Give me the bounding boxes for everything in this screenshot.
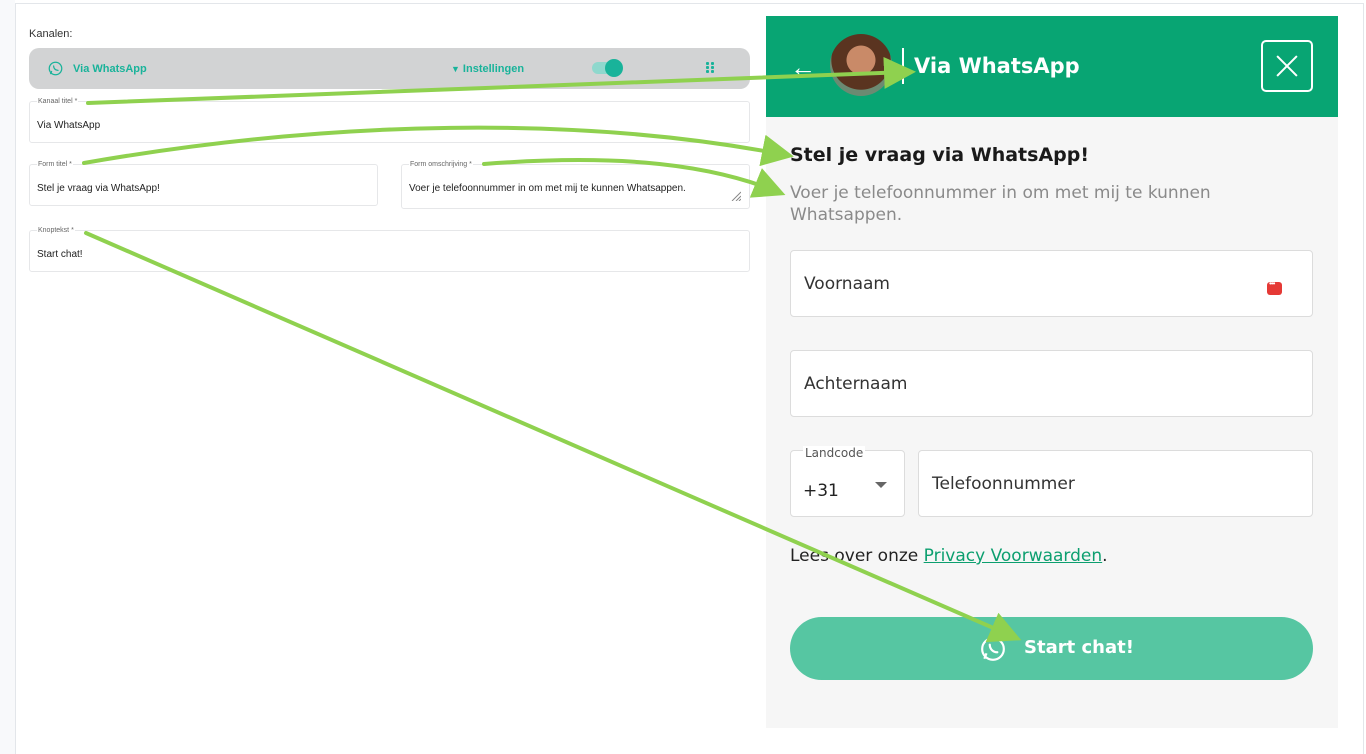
kanaal-titel-label: Kanaal titel * bbox=[37, 98, 79, 105]
phone-input[interactable]: Telefoonnummer bbox=[918, 450, 1313, 517]
channel-row-whatsapp[interactable]: Via WhatsApp ▼ Instellingen bbox=[29, 48, 750, 89]
close-icon[interactable] bbox=[1261, 40, 1313, 92]
header-divider bbox=[902, 48, 904, 84]
widget-preview: ← Via WhatsApp Stel je vraag via WhatsAp… bbox=[766, 16, 1338, 728]
form-omschrijving-value: Voer je telefoonnummer in om met mij te … bbox=[409, 183, 686, 194]
caret-down-icon bbox=[875, 482, 887, 488]
channel-settings-toggle[interactable]: ▼ Instellingen bbox=[451, 63, 524, 75]
last-name-input[interactable]: Achternaam bbox=[790, 350, 1313, 417]
widget-form-title: Stel je vraag via WhatsApp! bbox=[790, 144, 1090, 166]
drag-handle-icon[interactable] bbox=[706, 62, 714, 74]
privacy-text: Lees over onze Privacy Voorwaarden. bbox=[790, 546, 1108, 566]
form-titel-field[interactable]: Form titel * Stel je vraag via WhatsApp! bbox=[29, 161, 378, 206]
knoptekst-field[interactable]: Knoptekst * Start chat! bbox=[29, 227, 750, 272]
channel-name: Via WhatsApp bbox=[73, 63, 147, 75]
avatar bbox=[830, 34, 892, 96]
phone-placeholder: Telefoonnummer bbox=[932, 474, 1075, 494]
channels-section-label: Kanalen: bbox=[29, 28, 73, 40]
privacy-suffix: . bbox=[1102, 546, 1108, 566]
whatsapp-icon bbox=[48, 61, 63, 76]
privacy-prefix: Lees over onze bbox=[790, 546, 924, 566]
whatsapp-icon bbox=[981, 637, 1005, 661]
first-name-placeholder: Voornaam bbox=[804, 274, 890, 294]
country-code-select[interactable]: Landcode +31 bbox=[790, 446, 905, 517]
kanaal-titel-value: Via WhatsApp bbox=[37, 120, 101, 131]
privacy-link[interactable]: Privacy Voorwaarden bbox=[924, 546, 1103, 566]
channel-enabled-toggle[interactable] bbox=[592, 59, 623, 77]
password-manager-icon[interactable] bbox=[1267, 279, 1282, 295]
form-omschrijving-label: Form omschrijving * bbox=[409, 161, 473, 168]
form-omschrijving-field[interactable]: Form omschrijving * Voer je telefoonnumm… bbox=[401, 161, 750, 209]
knoptekst-value: Start chat! bbox=[37, 249, 83, 260]
page-background bbox=[0, 0, 15, 754]
kanaal-titel-field[interactable]: Kanaal titel * Via WhatsApp bbox=[29, 98, 750, 143]
widget-header: ← Via WhatsApp bbox=[766, 16, 1338, 117]
widget-form-description: Voer je telefoonnummer in om met mij te … bbox=[790, 183, 1211, 225]
start-chat-button[interactable]: Start chat! bbox=[790, 617, 1313, 680]
form-titel-label: Form titel * bbox=[37, 161, 73, 168]
first-name-input[interactable]: Voornaam bbox=[790, 250, 1313, 317]
country-code-value: +31 bbox=[803, 481, 839, 501]
form-titel-value: Stel je vraag via WhatsApp! bbox=[37, 183, 160, 194]
channel-settings-label: Instellingen bbox=[462, 63, 525, 75]
knoptekst-label: Knoptekst * bbox=[37, 227, 75, 234]
resize-handle-icon[interactable] bbox=[731, 191, 741, 201]
widget-header-title: Via WhatsApp bbox=[914, 54, 1080, 78]
start-chat-label: Start chat! bbox=[1024, 637, 1134, 658]
arrow-left-icon[interactable]: ← bbox=[790, 54, 816, 80]
caret-down-icon: ▼ bbox=[451, 64, 460, 74]
toggle-knob bbox=[605, 59, 623, 77]
last-name-placeholder: Achternaam bbox=[804, 374, 908, 394]
country-code-label: Landcode bbox=[803, 446, 866, 460]
